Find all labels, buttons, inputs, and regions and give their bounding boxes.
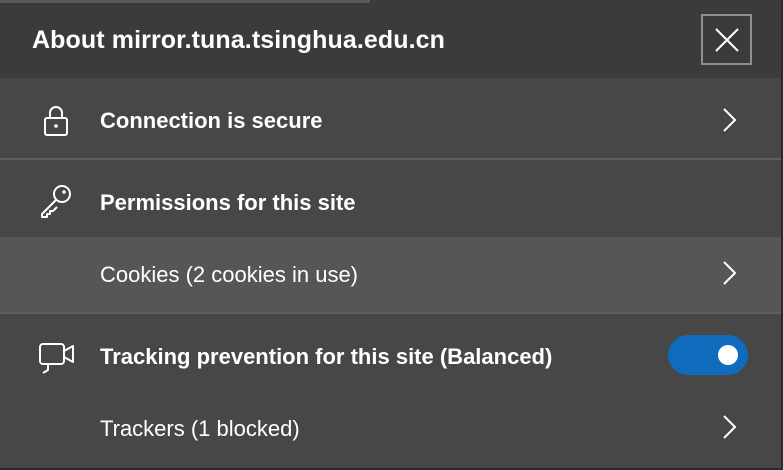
tracking-label: Tracking prevention for this site (Balan… — [100, 344, 553, 369]
connection-row[interactable]: Connection is secure — [0, 80, 781, 158]
header-top-edge — [0, 0, 370, 3]
permissions-heading-row: Permissions for this site — [0, 160, 781, 237]
chevron-right-icon — [723, 108, 737, 132]
site-info-flyout: About mirror.tuna.tsinghua.edu.cn Connec… — [0, 0, 783, 470]
cookies-label: Cookies (2 cookies in use) — [100, 262, 359, 287]
close-icon — [715, 28, 739, 52]
camera-icon — [39, 343, 74, 374]
lock-icon — [44, 106, 68, 136]
key-icon — [41, 185, 71, 218]
chevron-right-icon — [723, 415, 737, 439]
close-button[interactable] — [701, 14, 752, 65]
trackers-label: Trackers (1 blocked) — [100, 416, 300, 441]
flyout-title: About mirror.tuna.tsinghua.edu.cn — [32, 26, 446, 54]
toggle-knob — [718, 345, 738, 365]
trackers-row[interactable]: Trackers (1 blocked) — [0, 396, 781, 468]
tracking-row: Tracking prevention for this site (Balan… — [0, 314, 781, 396]
flyout-header: About mirror.tuna.tsinghua.edu.cn — [0, 0, 781, 78]
cookies-row[interactable]: Cookies (2 cookies in use) — [0, 237, 781, 312]
permissions-label: Permissions for this site — [100, 190, 356, 215]
connection-label: Connection is secure — [100, 108, 323, 133]
tracking-toggle[interactable] — [668, 335, 748, 375]
chevron-right-icon — [723, 261, 737, 285]
